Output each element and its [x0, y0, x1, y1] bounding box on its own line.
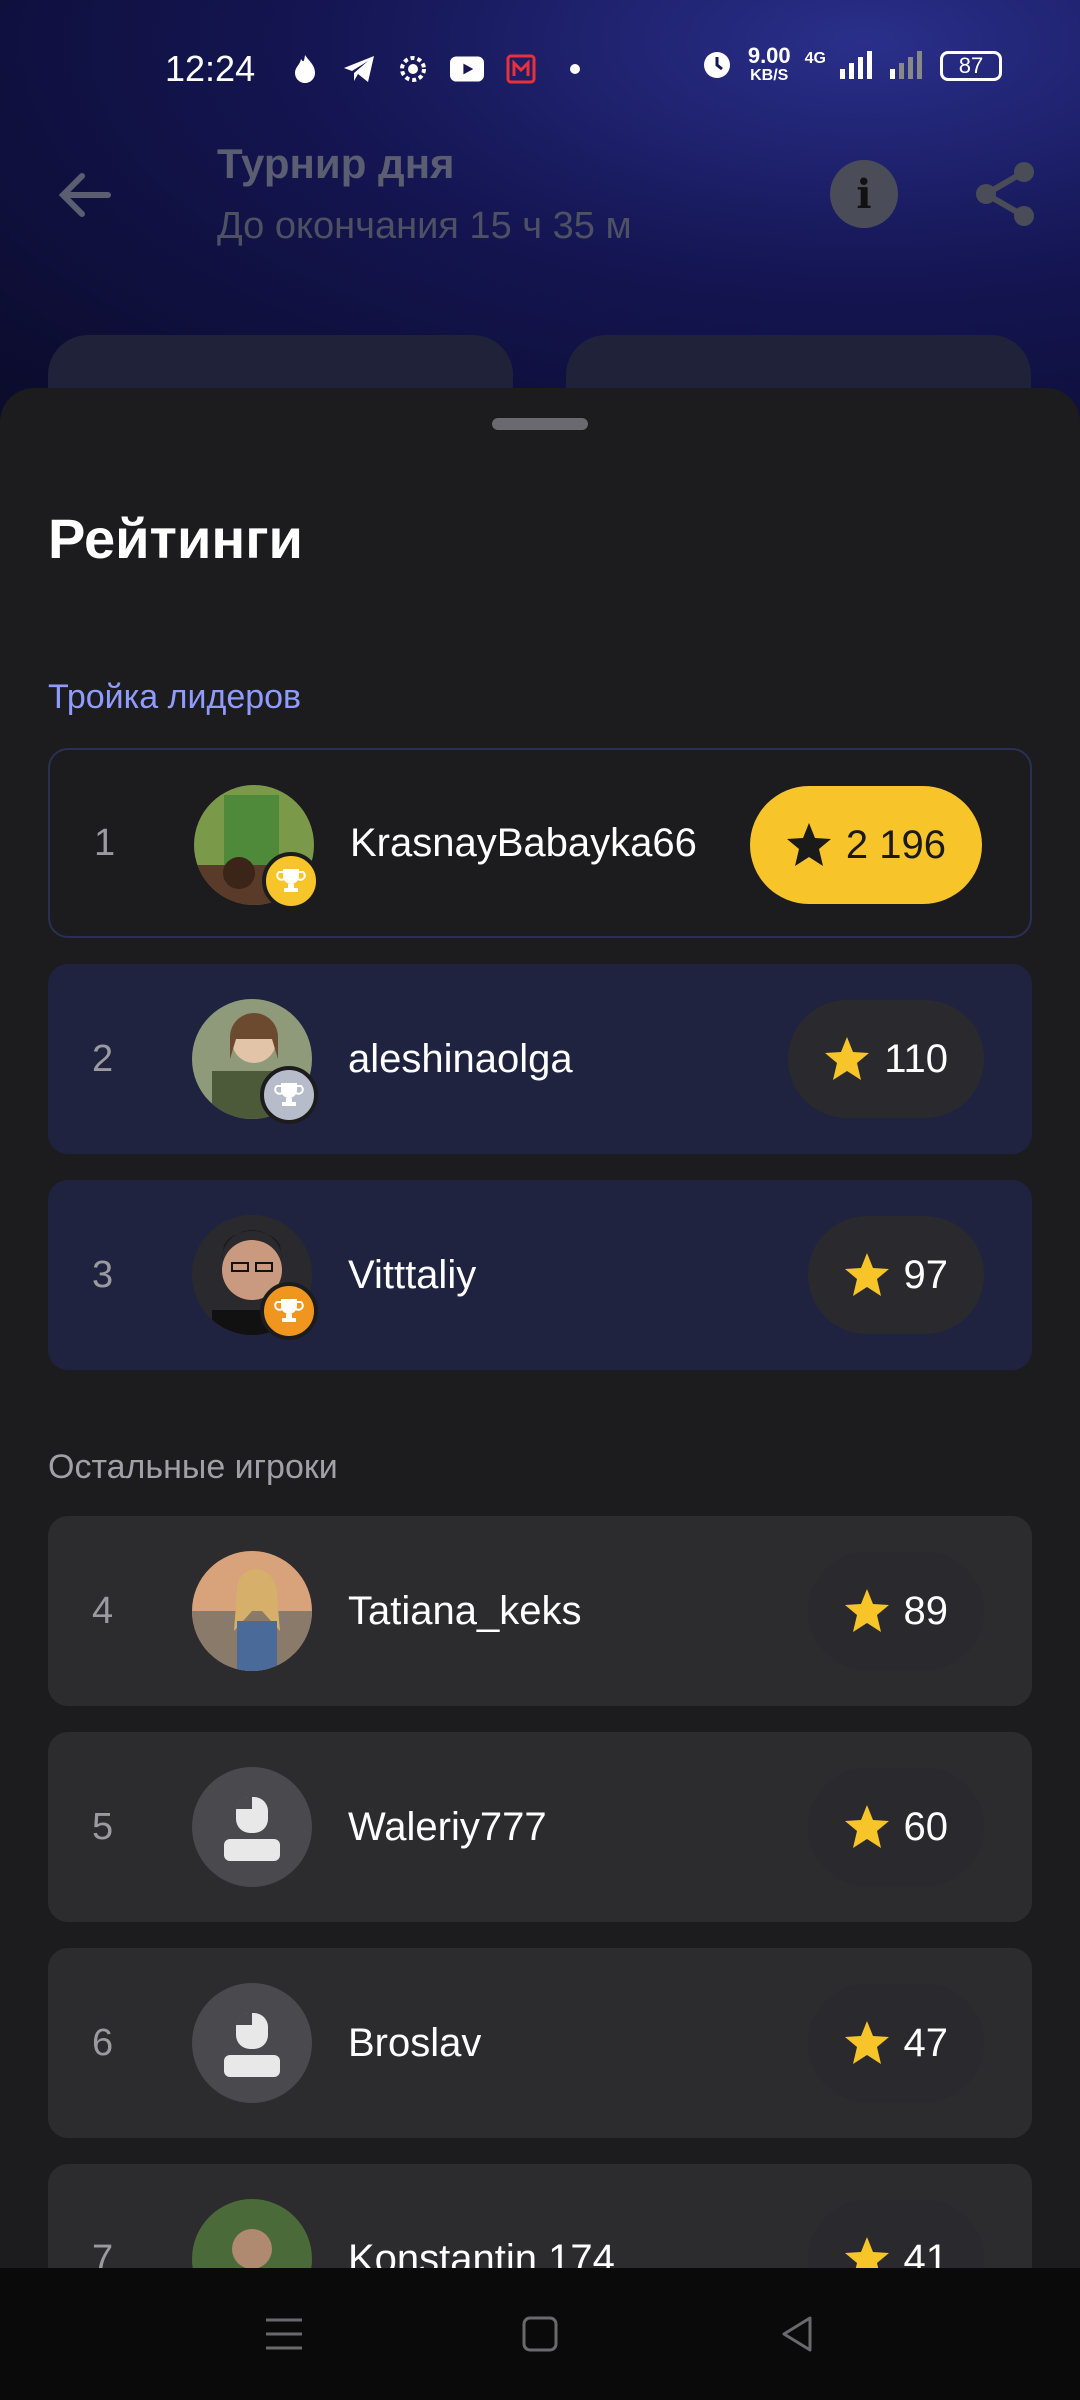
score-value: 60	[903, 1804, 949, 1849]
alarm-icon	[700, 47, 734, 86]
star-icon	[844, 2237, 889, 2268]
score-value: 89	[903, 1588, 949, 1633]
flame-icon	[288, 52, 322, 86]
player-row[interactable]: 4 Tatiana_keks 89	[48, 1516, 1032, 1706]
network-type: 4G	[804, 50, 826, 67]
arrow-left-icon	[58, 173, 111, 217]
star-icon	[825, 1037, 870, 1080]
leader-row[interactable]: 2 aleshinaolga 110	[48, 964, 1032, 1154]
ratings-sheet: Рейтинги Тройка лидеров 1 KrasnayBabayka…	[0, 388, 1080, 2268]
player-name: Waleriy777	[348, 1804, 547, 1849]
battery-indicator: 87	[940, 51, 1002, 81]
score-value: 97	[903, 1252, 949, 1297]
score-badge: 110	[788, 1000, 984, 1118]
player-name: Broslav	[348, 2020, 482, 2065]
status-indicators: 9.00 KB/S 4G 87	[700, 43, 1002, 86]
score-badge: 41	[807, 2200, 984, 2269]
sheet-drag-handle[interactable]	[492, 418, 588, 430]
leaders-section-label: Тройка лидеров	[48, 678, 302, 716]
sheet-title: Рейтинги	[48, 507, 303, 570]
signal-icon-2	[890, 49, 926, 84]
notification-icons	[288, 52, 592, 86]
home-nav-button[interactable]	[514, 2308, 566, 2360]
page-title: Турнир дня	[217, 140, 455, 187]
player-name: KrasnayBabayka66	[350, 820, 697, 865]
player-name: Vitttaliy	[348, 1252, 477, 1297]
player-row[interactable]: 5 Waleriy777 60	[48, 1732, 1032, 1922]
score-badge: 47	[807, 1984, 984, 2102]
info-button[interactable]: i	[830, 160, 898, 228]
menu-nav-button[interactable]	[258, 2308, 310, 2360]
triangle-back-icon	[782, 2316, 812, 2352]
trophy-bronze-icon	[260, 1282, 318, 1340]
score-value: 41	[903, 2236, 949, 2269]
signal-icon	[840, 49, 876, 84]
score-value: 110	[884, 1036, 948, 1081]
trophy-silver-icon	[260, 1066, 318, 1124]
score-value: 2 196	[845, 822, 946, 867]
rank-number: 4	[92, 1589, 114, 1632]
status-bar: 12:24 9.00 KB/S 4G 87	[0, 0, 1080, 140]
star-icon	[844, 1253, 889, 1296]
score-badge: 60	[807, 1768, 984, 1886]
avatar	[192, 2199, 312, 2268]
rank-number: 5	[92, 1805, 114, 1848]
square-icon	[522, 2316, 558, 2352]
avatar	[192, 1551, 312, 1671]
network-speed: 9.00 KB/S	[747, 43, 791, 85]
star-icon	[786, 823, 831, 866]
score-badge: 2 196	[749, 786, 982, 904]
system-nav-bar	[0, 2268, 1080, 2400]
default-avatar-icon	[192, 1983, 312, 2103]
youtube-icon	[450, 52, 484, 86]
back-button[interactable]	[50, 160, 120, 230]
score-value: 47	[903, 2020, 949, 2065]
more-notifications-dot	[558, 52, 592, 86]
mvideo-icon	[504, 52, 538, 86]
player-row[interactable]: 7 Konstantin 174 41	[48, 2164, 1032, 2268]
back-nav-button[interactable]	[772, 2308, 824, 2360]
telegram-icon	[342, 52, 376, 86]
share-button[interactable]	[970, 158, 1042, 230]
player-name: aleshinaolga	[348, 1036, 573, 1081]
default-avatar-icon	[192, 1767, 312, 1887]
status-time: 12:24	[165, 48, 256, 89]
rank-number: 6	[92, 2021, 114, 2064]
trophy-gold-icon	[262, 852, 320, 910]
info-icon: i	[856, 170, 872, 218]
menu-icon	[266, 2318, 302, 2350]
star-icon	[844, 1589, 889, 1632]
gear-app-icon	[396, 52, 430, 86]
player-name: Konstantin 174	[348, 2236, 615, 2269]
share-icon	[976, 162, 1034, 226]
leader-row[interactable]: 3 Vitttaliy 97	[48, 1180, 1032, 1370]
others-section-label: Остальные игроки	[48, 1448, 338, 1486]
leader-row[interactable]: 1 KrasnayBabayka66 2 196	[48, 748, 1032, 938]
rank-number: 1	[94, 821, 116, 864]
player-name: Tatiana_keks	[348, 1588, 582, 1633]
score-badge: 97	[807, 1216, 984, 1334]
score-badge: 89	[807, 1552, 984, 1670]
page-subtitle: До окончания 15 ч 35 м	[217, 205, 632, 247]
star-icon	[844, 2021, 889, 2064]
rank-number: 7	[92, 2237, 114, 2269]
rank-number: 3	[92, 1253, 114, 1296]
rank-number: 2	[92, 1037, 114, 1080]
star-icon	[844, 1805, 889, 1848]
player-row[interactable]: 6 Broslav 47	[48, 1948, 1032, 2138]
